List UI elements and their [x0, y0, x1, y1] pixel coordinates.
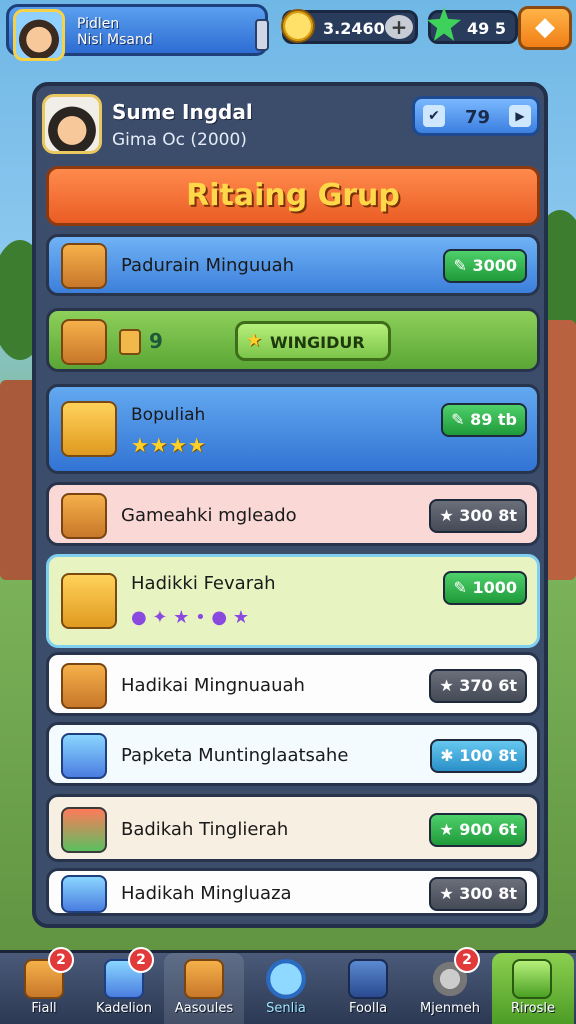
coin-value: 3.2460	[323, 19, 385, 38]
shop-row[interactable]: Badikah Tinglierah ★ 900 6t	[46, 794, 540, 862]
star-icon: ★	[439, 506, 460, 525]
shop-row[interactable]: Hadikah Mingluaza ★ 300 8t	[46, 868, 540, 916]
price-button[interactable]: ✎ 1000	[443, 571, 527, 605]
green-cube-icon	[512, 959, 552, 999]
player-profile-card[interactable]: Pidlen Nisl Msand	[6, 4, 269, 61]
bottom-navigation: 2 Fiall 2 Kadelion Aasoules Senlia Fooll…	[0, 947, 576, 1024]
nav-item-fiall[interactable]: 2 Fiall	[4, 947, 84, 1024]
shop-panel: Sume Ingdal Gima Oc (2000) ✔ 79 ▶ Ritain…	[32, 82, 548, 928]
diamond-icon: ◆	[535, 12, 555, 42]
player-avatar[interactable]	[13, 9, 65, 61]
nav-label: Aasoules	[174, 1001, 234, 1016]
nav-label: Mjenmeh	[420, 1001, 480, 1016]
star-icon: ★	[246, 330, 263, 351]
reward-gems: ● ✦ ★ • ● ★	[131, 607, 249, 628]
nav-item-kadelion[interactable]: 2 Kadelion	[84, 947, 164, 1024]
price-button[interactable]: ★ 300 8t	[429, 877, 527, 911]
bag-icon	[184, 959, 224, 999]
price-button[interactable]: ★ 300 8t	[429, 499, 527, 533]
player-name: Sume Ingdal	[112, 100, 253, 124]
check-icon: ✔	[423, 105, 445, 127]
notification-badge: 2	[454, 947, 480, 973]
nav-item-mjenmeh[interactable]: 2 Mjenmeh	[410, 947, 490, 1024]
crate-icon	[61, 663, 107, 709]
swords-icon	[61, 401, 117, 457]
shop-row[interactable]: 9 ★ WINGIDUR	[46, 308, 540, 372]
nav-item-aasoules[interactable]: Aasoules	[164, 953, 244, 1024]
star-icon: ★	[439, 884, 460, 903]
nav-item-rirosle[interactable]: Rirosle	[492, 953, 574, 1024]
arrow-right-icon[interactable]: ▶	[509, 105, 531, 127]
ticket-icon	[119, 329, 141, 355]
nav-item-senlia[interactable]: Senlia	[246, 953, 326, 1024]
stars-icon: ★	[439, 676, 460, 695]
gem-value: 49 5	[467, 19, 506, 38]
pencil-icon: ✎	[453, 256, 473, 275]
crystal-icon	[61, 733, 107, 779]
price-button[interactable]: ★ 370 6t	[429, 669, 527, 703]
row-label: Hadikai Mingnuauah	[121, 675, 305, 696]
coin-icon	[281, 9, 315, 43]
crossed-swords-icon	[61, 573, 117, 629]
profile-line-2: Nisl Msand	[77, 32, 153, 48]
profile-expand-button[interactable]	[255, 19, 269, 51]
chip-count: 9	[149, 329, 163, 353]
crate-icon	[61, 319, 107, 365]
notification-badge: 2	[128, 947, 154, 973]
shop-row[interactable]: Gameahki mgleado ★ 300 8t	[46, 482, 540, 546]
price-button[interactable]: ✱ 100 8t	[430, 739, 527, 773]
nav-label: Senlia	[266, 1001, 306, 1016]
crate-icon	[61, 493, 107, 539]
row-label: Bopuliah	[131, 405, 206, 425]
shop-row[interactable]: Hadikki Fevarah ● ✦ ★ • ● ★ ✎ 1000	[46, 554, 540, 648]
star-rating: ★★★★	[131, 433, 207, 457]
row-label: Hadikah Mingluaza	[121, 883, 292, 904]
row-label: Hadikki Fevarah	[131, 573, 276, 594]
barrel-icon	[61, 243, 107, 289]
coin-counter: 3.2460 +	[281, 9, 418, 44]
title-banner: Ritaing Grup	[46, 166, 540, 226]
nav-label: Kadelion	[96, 1001, 152, 1016]
row-label: Padurain Minguuah	[121, 255, 295, 276]
row-label: Gameahki mgleado	[121, 505, 297, 526]
price-button[interactable]: ★ 900 6t	[429, 813, 527, 847]
add-coins-button[interactable]: +	[385, 15, 413, 39]
level-value: 79	[465, 107, 491, 128]
top-bar: Pidlen Nisl Msand 3.2460 + 49 5 ◆	[0, 0, 576, 62]
globe-icon	[266, 959, 306, 999]
gear-icon: ✱	[440, 746, 460, 765]
profile-text: Pidlen Nisl Msand	[77, 16, 153, 48]
panel-header: Sume Ingdal Gima Oc (2000) ✔ 79 ▶	[42, 92, 540, 164]
notification-badge: 2	[48, 947, 74, 973]
star-icon: ★	[439, 820, 460, 839]
shop-row[interactable]: Padurain Minguuah ✎ 3000	[46, 234, 540, 296]
star-gem-icon	[427, 7, 461, 41]
row-label: Badikah Tinglierah	[121, 819, 289, 840]
card-icon	[348, 959, 388, 999]
shop-row[interactable]: Hadikai Mingnuauah ★ 370 6t	[46, 652, 540, 716]
price-button[interactable]: ✎ 89 tb	[441, 403, 527, 437]
pencil-icon: ✎	[453, 578, 473, 597]
pencil-icon: ✎	[451, 410, 471, 429]
menu-button[interactable]: ◆	[518, 6, 572, 50]
player-portrait[interactable]	[42, 94, 102, 154]
wand-icon	[61, 875, 107, 913]
player-subtitle: Gima Oc (2000)	[112, 130, 247, 150]
wingidur-chip[interactable]: ★ WINGIDUR	[235, 321, 391, 361]
weapons-bundle-icon	[61, 807, 107, 853]
shop-row[interactable]: Bopuliah ★★★★ ✎ 89 tb	[46, 384, 540, 474]
nav-label: Fiall	[31, 1001, 57, 1016]
level-selector[interactable]: ✔ 79 ▶	[412, 96, 540, 136]
shop-row[interactable]: Papketa Muntinglaatsahe ✱ 100 8t	[46, 722, 540, 786]
nav-label: Rirosle	[510, 1001, 556, 1016]
profile-line-1: Pidlen	[77, 16, 120, 32]
gem-counter: 49 5	[427, 7, 518, 44]
row-label: Papketa Muntinglaatsahe	[121, 745, 349, 766]
nav-item-foolla[interactable]: Foolla	[328, 953, 408, 1024]
panel-title: Ritaing Grup	[186, 178, 400, 213]
price-button[interactable]: ✎ 3000	[443, 249, 527, 283]
nav-label: Foolla	[348, 1001, 388, 1016]
chip-label: WINGIDUR	[270, 333, 365, 352]
